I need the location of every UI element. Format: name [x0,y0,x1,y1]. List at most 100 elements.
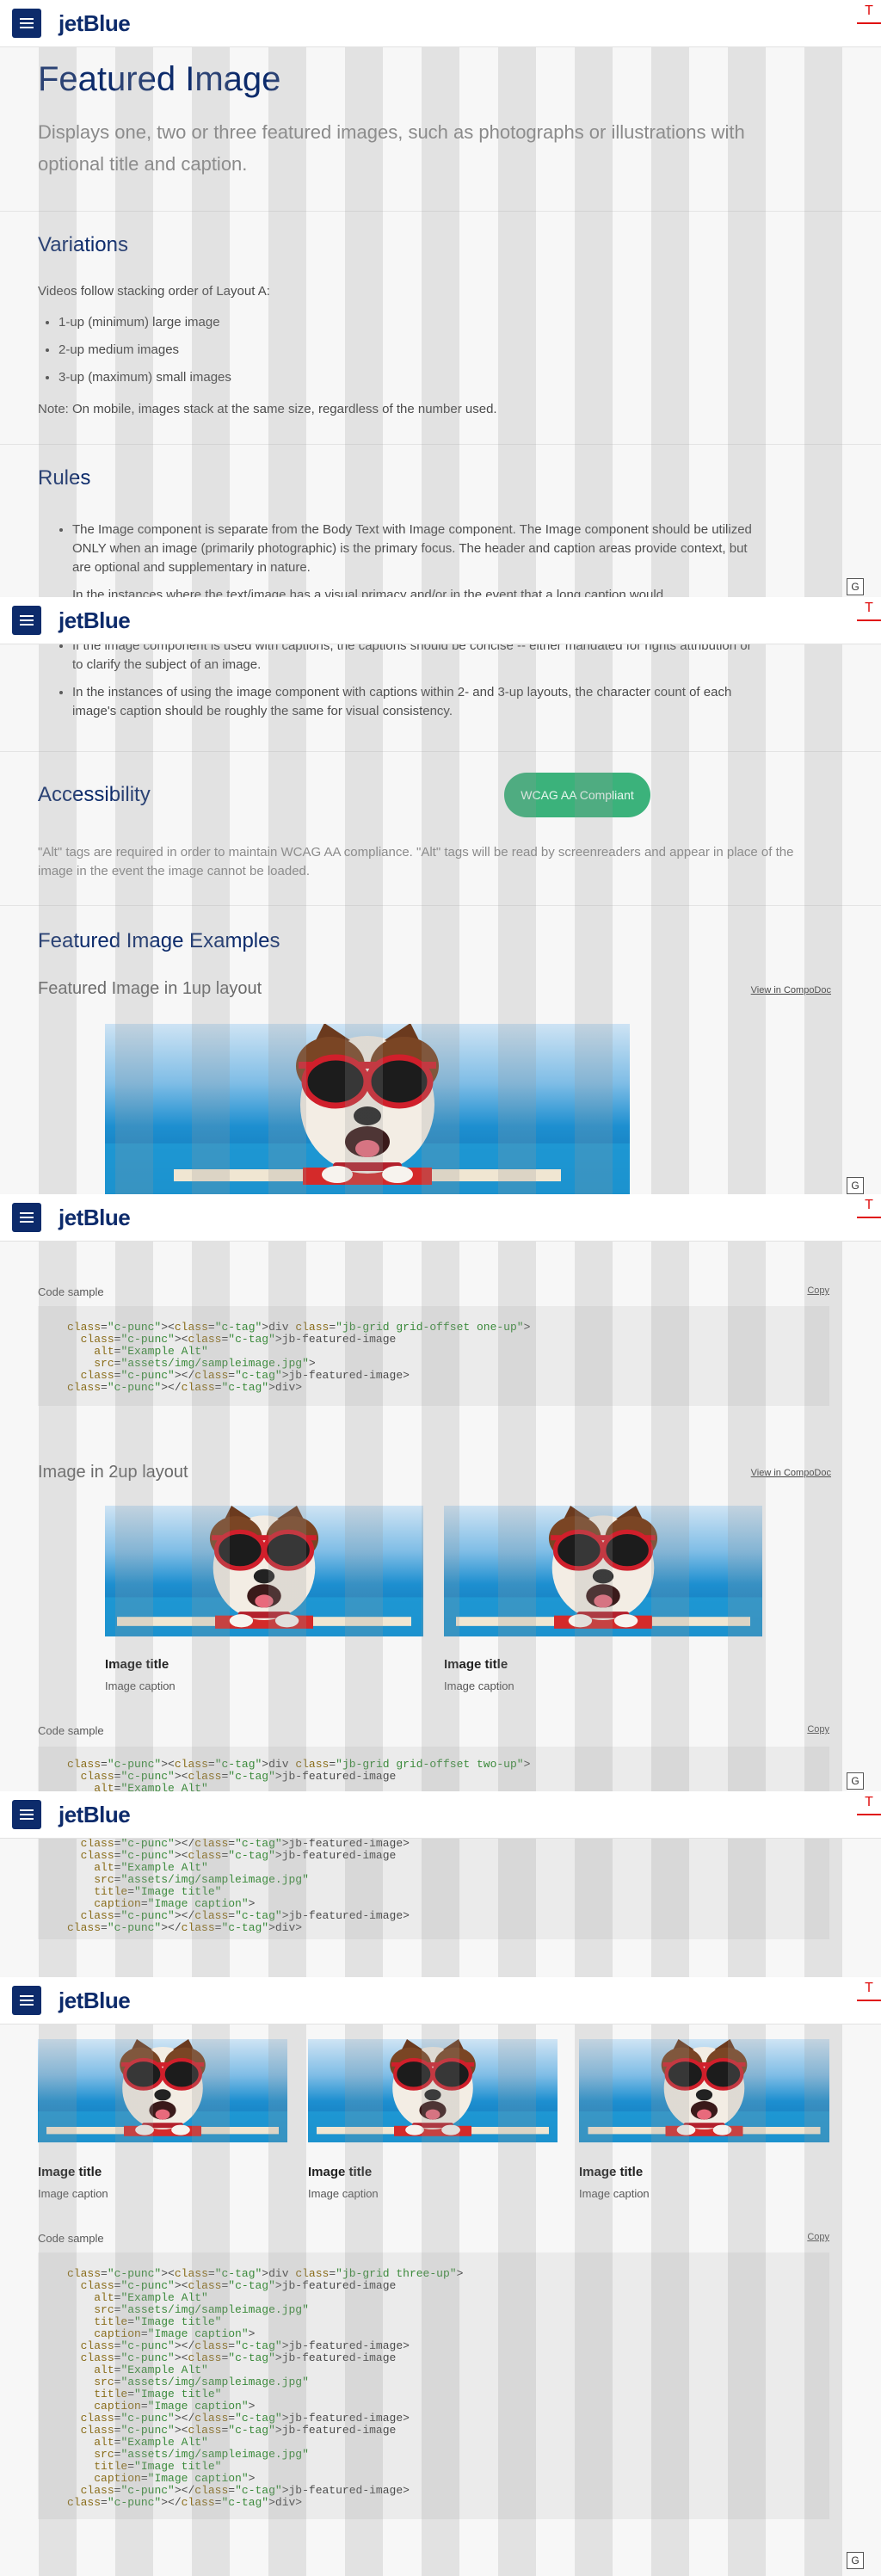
menu-icon[interactable] [12,1800,41,1829]
list-item: 2-up medium images [59,341,231,360]
image-title: Image title [105,1657,169,1672]
view-compodoc-link[interactable]: View in CompoDoc [751,985,831,995]
code-line: src="assets/img/sampleimage.jpg" [94,2448,309,2461]
jetblue-logo[interactable]: jetBlue [59,1205,131,1231]
code-line: class="c-punc"><class="c-tag">div class=… [67,2267,464,2280]
code-sample-label: Code sample [38,2232,104,2245]
code-line: title="Image title" [94,2460,222,2473]
variations-list: 1-up (minimum) large image 2-up medium i… [38,313,231,396]
code-line: class="c-punc"></class="c-tag">jb-featur… [80,2412,410,2425]
image-title: Image title [38,2165,102,2179]
side-tab-t[interactable]: T [857,3,881,24]
side-tab-t[interactable]: T [857,1795,881,1815]
jetblue-logo[interactable]: jetBlue [59,1987,131,2014]
image-title: Image title [579,2165,644,2179]
menu-icon[interactable] [12,9,41,38]
list-item: 3-up (maximum) small images [59,368,231,387]
code-line: src="assets/img/sampleimage.jpg" [94,2376,309,2388]
wcag-compliant-badge: WCAG AA Compliant [504,773,650,817]
accessibility-text: "Alt" tags are required in order to main… [38,845,794,878]
copy-button[interactable]: Copy [807,1285,829,1296]
menu-icon[interactable] [12,606,41,635]
code-line: class="c-punc"><class="c-tag">jb-feature… [80,1849,397,1862]
code-line: title="Image title" [94,2315,222,2328]
code-line: class="c-punc"></class="c-tag">div> [67,1381,303,1394]
code-line: src="assets/img/sampleimage.jpg" [94,2303,309,2316]
copy-button[interactable]: Copy [807,2232,829,2242]
side-tab-g[interactable]: G [847,2552,864,2569]
image-caption: Image caption [444,1679,514,1692]
list-item: In the instances of using the image comp… [72,683,761,721]
page-description: Displays one, two or three featured imag… [38,121,745,175]
examples-heading: Featured Image Examples [38,929,280,952]
featured-image-3up-3 [579,2039,829,2142]
jetblue-logo[interactable]: jetBlue [59,607,131,634]
code-line: class="c-punc"></class="c-tag">jb-featur… [80,2484,410,2497]
featured-image-3up-2 [308,2039,558,2142]
code-line: class="c-punc"><class="c-tag">jb-feature… [80,2279,397,2292]
image-caption: Image caption [308,2187,379,2200]
code-line: class="c-punc"></class="c-tag">jb-featur… [80,1837,410,1850]
image-title: Image title [308,2165,373,2179]
code-line: class="c-punc"><class="c-tag">jb-feature… [80,2424,397,2437]
code-line: src="assets/img/sampleimage.jpg" [94,1873,309,1886]
jetblue-logo[interactable]: jetBlue [59,1802,131,1828]
featured-image-1up [105,1024,630,1194]
image-caption: Image caption [105,1679,176,1692]
code-line: class="c-punc"></class="c-tag">jb-featur… [80,1909,410,1922]
code-line: class="c-punc"></class="c-tag">jb-featur… [80,2339,410,2352]
copy-button[interactable]: Copy [807,1724,829,1735]
code-line: caption="Image caption"> [94,2400,256,2413]
code-line: class="c-punc"><class="c-tag">jb-feature… [80,1770,397,1783]
side-tab-g[interactable]: G [847,578,864,595]
code-sample-1up[interactable]: class="c-punc"><class="c-tag">div class=… [38,1306,829,1406]
code-line: class="c-punc"></class="c-tag">div> [67,2496,303,2509]
jetblue-logo[interactable]: jetBlue [59,10,131,37]
code-line: class="c-punc"><class="c-tag">jb-feature… [80,1333,397,1346]
featured-image-2up-left [105,1506,423,1636]
view-compodoc-link[interactable]: View in CompoDoc [751,1468,831,1478]
code-line: caption="Image caption"> [94,2327,256,2340]
rules-heading: Rules [38,466,91,490]
variations-section: Variations Videos follow stacking order … [0,212,881,445]
variations-heading: Variations [38,233,128,256]
code-line: alt="Example Alt" [94,1861,208,1874]
side-tab-g[interactable]: G [847,1772,864,1790]
page-title: Featured Image [38,60,281,98]
variations-note: Note: On mobile, images stack at the sam… [38,402,497,416]
site-header: jetBlue [0,0,881,47]
code-sample-label: Code sample [38,1724,104,1737]
list-item: 1-up (minimum) large image [59,313,231,332]
code-sample-label: Code sample [38,1285,104,1298]
code-line: class="c-punc"></class="c-tag">jb-featur… [80,1369,410,1382]
code-line: alt="Example Alt" [94,1345,208,1358]
code-line: src="assets/img/sampleimage.jpg"> [94,1357,316,1370]
code-line: title="Image title" [94,1885,222,1898]
menu-icon[interactable] [12,1203,41,1232]
side-tab-t[interactable]: T [857,1981,881,2001]
site-header-repeat: jetBlue [0,1791,881,1839]
site-header-repeat: jetBlue [0,597,881,644]
code-line: caption="Image caption"> [94,2472,256,2485]
image-title: Image title [444,1657,508,1672]
site-header-repeat: jetBlue [0,1977,881,2024]
code-sample-3up[interactable]: class="c-punc"><class="c-tag">div class=… [38,2252,829,2519]
code-line: class="c-punc"></class="c-tag">div> [67,1921,303,1934]
variations-intro: Videos follow stacking order of Layout A… [38,284,270,299]
one-up-title: Featured Image in 1up layout [38,979,262,998]
rules-list-continued: If the image component is used with capt… [38,637,761,730]
side-tab-g[interactable]: G [847,1177,864,1194]
image-caption: Image caption [38,2187,108,2200]
code-line: caption="Image caption"> [94,1897,256,1910]
accessibility-heading: Accessibility [38,783,151,806]
accessibility-section: Accessibility WCAG AA Compliant "Alt" ta… [0,752,881,906]
image-caption: Image caption [579,2187,650,2200]
code-line: alt="Example Alt" [94,2363,208,2376]
two-up-title: Image in 2up layout [38,1463,188,1482]
code-line: class="c-punc"><class="c-tag">div class=… [67,1321,531,1334]
menu-icon[interactable] [12,1986,41,2015]
side-tab-t[interactable]: T [857,601,881,621]
code-sample-2up[interactable]: class="c-punc"><class="c-tag">div class=… [38,1747,829,1798]
side-tab-t[interactable]: T [857,1198,881,1218]
code-sample-2up-continued[interactable]: class="c-punc"></class="c-tag">jb-featur… [38,1838,829,1939]
